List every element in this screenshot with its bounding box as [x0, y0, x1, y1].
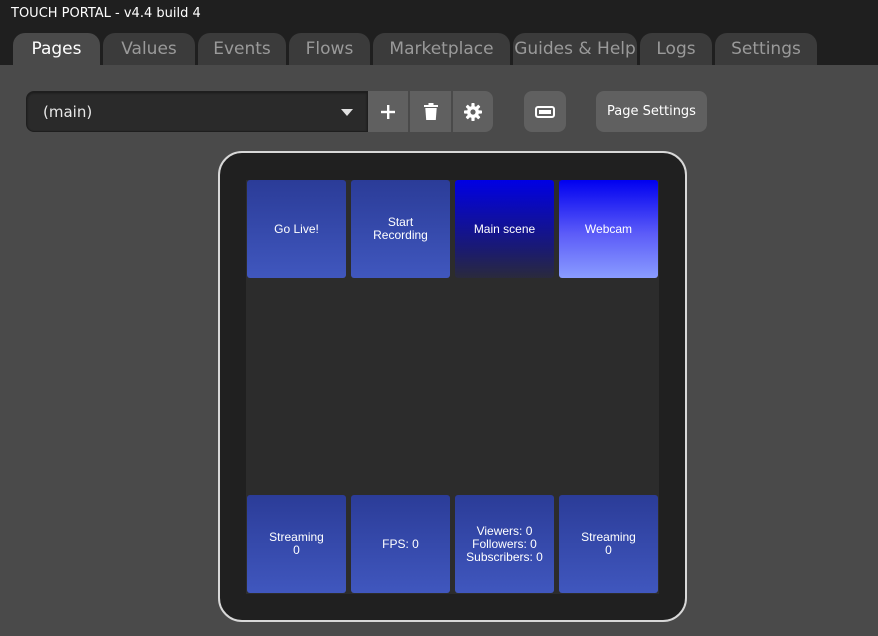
streaming-status-button-2[interactable]: Streaming 0 [559, 495, 658, 593]
app-title: TOUCH PORTAL - v4.4 build 4 [11, 6, 201, 21]
main-scene-button[interactable]: Main scene [455, 180, 554, 278]
page-options-button[interactable] [453, 91, 493, 132]
start-recording-button[interactable]: Start Recording [351, 180, 450, 278]
audience-stats-button[interactable]: Viewers: 0 Followers: 0 Subscribers: 0 [455, 495, 554, 593]
delete-page-button[interactable] [410, 91, 452, 132]
tab-logs[interactable]: Logs [640, 33, 712, 65]
tab-flows[interactable]: Flows [289, 33, 370, 65]
go-live-button[interactable]: Go Live! [247, 180, 346, 278]
tab-values[interactable]: Values [103, 33, 195, 65]
main-tabs: Pages Values Events Flows Marketplace Gu… [13, 33, 820, 65]
tab-guides-help[interactable]: Guides & Help [513, 33, 637, 65]
page-settings-button[interactable]: Page Settings [596, 91, 707, 132]
device-frame-icon [535, 105, 555, 118]
plus-icon [381, 104, 395, 119]
tab-pages[interactable]: Pages [13, 33, 100, 65]
device-orientation-button[interactable] [524, 91, 566, 132]
streaming-status-button[interactable]: Streaming 0 [247, 495, 346, 593]
chevron-down-icon [341, 109, 353, 116]
tab-events[interactable]: Events [198, 33, 286, 65]
page-select-dropdown[interactable]: (main) [26, 91, 368, 132]
tab-settings[interactable]: Settings [715, 33, 817, 65]
page-select-value: (main) [43, 103, 93, 121]
webcam-button[interactable]: Webcam [559, 180, 658, 278]
fps-button[interactable]: FPS: 0 [351, 495, 450, 593]
title-bar: TOUCH PORTAL - v4.4 build 4 Pages Values… [0, 0, 878, 65]
gear-icon [464, 102, 482, 121]
add-page-button[interactable] [368, 91, 409, 132]
tab-marketplace[interactable]: Marketplace [373, 33, 510, 65]
trash-icon [423, 103, 438, 120]
